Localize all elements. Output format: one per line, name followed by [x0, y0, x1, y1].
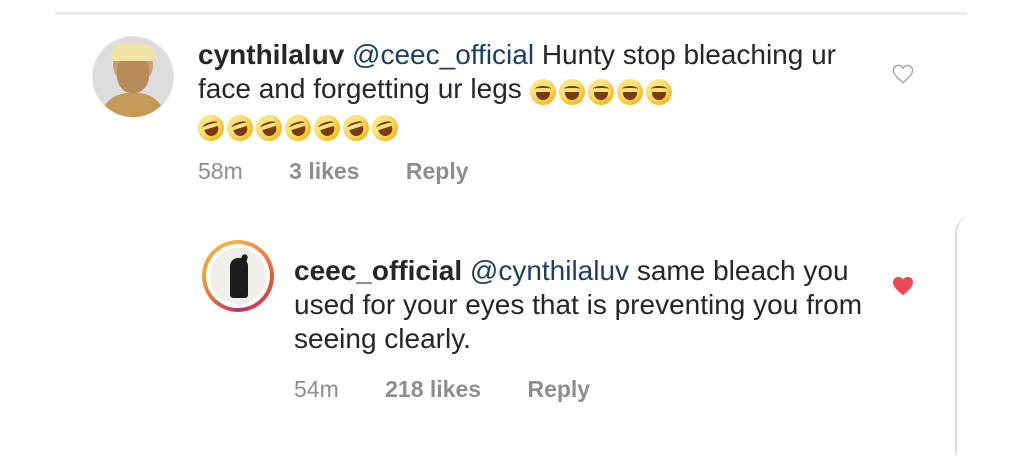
grinning-squinting-face-icon [529, 79, 556, 106]
comment-username[interactable]: ceec_official [294, 255, 462, 286]
avatar-cynthilaluv[interactable] [92, 36, 174, 118]
comment-mention[interactable]: @ceec_official [352, 39, 534, 70]
comment-text: ceec_official @cynthilaluv same bleach y… [294, 254, 884, 356]
grinning-squinting-face-icon [645, 79, 672, 106]
emoji-row-1 [529, 74, 675, 108]
grinning-squinting-face-icon [587, 79, 614, 106]
comment-reply: ceec_official @cynthilaluv same bleach y… [202, 240, 932, 410]
comment-username[interactable]: cynthilaluv [198, 39, 344, 70]
instagram-comments-screenshot: cynthilaluv @ceec_official Hunty stop bl… [0, 0, 1024, 457]
comment-text: cynthilaluv @ceec_official Hunty stop bl… [194, 38, 878, 145]
comment: cynthilaluv @ceec_official Hunty stop bl… [92, 36, 932, 196]
emoji-row-2 [194, 109, 402, 145]
rofl-face-icon [339, 111, 373, 145]
comment-meta: 54m 218 likes Reply [294, 376, 630, 403]
rofl-face-icon [194, 111, 228, 145]
heart-icon[interactable] [892, 276, 914, 296]
grinning-squinting-face-icon [616, 79, 643, 106]
grinning-squinting-face-icon [558, 79, 585, 106]
avatar-hair [111, 43, 155, 61]
comment-likes[interactable]: 3 likes [289, 158, 359, 185]
rofl-face-icon [252, 111, 286, 145]
avatar-shirt [99, 93, 167, 117]
comment-time: 58m [198, 158, 243, 184]
reply-button[interactable]: Reply [527, 376, 590, 403]
rofl-face-icon [223, 111, 257, 145]
comment-time: 54m [294, 376, 339, 402]
comment-mention[interactable]: @cynthilaluv [470, 255, 629, 286]
rofl-face-icon [310, 111, 344, 145]
avatar-photo [210, 248, 266, 304]
avatar-ceec-official[interactable] [202, 240, 274, 312]
top-divider [55, 12, 967, 15]
heart-icon[interactable] [892, 64, 914, 84]
rofl-face-icon [368, 111, 402, 145]
scroll-edge [955, 215, 977, 455]
comment-meta: 58m 3 likes Reply [198, 158, 509, 185]
reply-button[interactable]: Reply [406, 158, 469, 185]
rofl-face-icon [281, 111, 315, 145]
comment-likes[interactable]: 218 likes [385, 376, 481, 403]
